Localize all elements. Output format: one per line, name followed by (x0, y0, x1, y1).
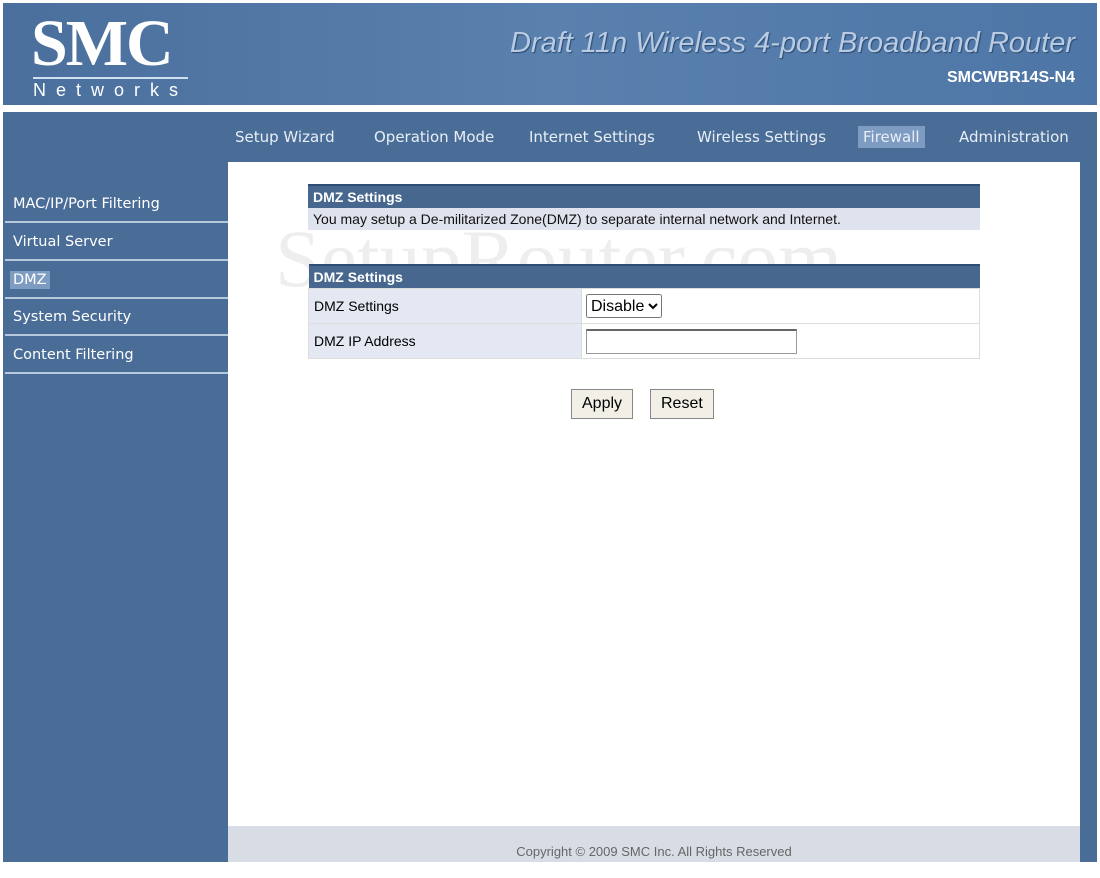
sidebar-item-label: System Security (13, 309, 132, 325)
sidebar-item-label: MAC/IP/Port Filtering (13, 196, 160, 212)
nav-internet-settings[interactable]: Internet Settings (524, 126, 660, 148)
nav-operation-mode[interactable]: Operation Mode (369, 126, 499, 148)
smc-logo-sub: Networks (33, 77, 189, 101)
sidebar-item-label: Content Filtering (13, 347, 134, 363)
dmz-settings-label: DMZ Settings (308, 288, 582, 324)
dmz-settings-select[interactable]: Disable (586, 294, 662, 318)
header-banner: SMC Networks Draft 11n Wireless 4-port B… (3, 3, 1097, 105)
sidebar-item-mac-ip-port-filtering[interactable]: MAC/IP/Port Filtering (5, 185, 228, 223)
apply-button[interactable]: Apply (571, 389, 634, 419)
sidebar-item-virtual-server[interactable]: Virtual Server (5, 223, 228, 261)
model-number: SMCWBR14S-N4 (946, 69, 1075, 86)
product-name: Draft 11n Wireless 4-port Broadband Rout… (510, 27, 1075, 59)
sidebar-item-label: Virtual Server (13, 234, 113, 250)
reset-button[interactable]: Reset (650, 389, 714, 419)
sidebar: MAC/IP/Port Filtering Virtual Server DMZ… (3, 162, 228, 862)
top-nav: Setup Wizard Operation Mode Internet Set… (3, 112, 1097, 162)
right-border (1080, 162, 1097, 862)
sidebar-item-label: DMZ (10, 271, 50, 289)
nav-firewall[interactable]: Firewall (858, 126, 925, 148)
nav-setup-wizard[interactable]: Setup Wizard (230, 126, 340, 148)
smc-logo: SMC (31, 7, 174, 80)
sidebar-item-system-security[interactable]: System Security (5, 298, 228, 336)
form-title: DMZ Settings (308, 264, 980, 289)
intro-table: DMZ Settings You may setup a De-militari… (308, 184, 980, 230)
dmz-ip-input[interactable] (586, 328, 797, 354)
intro-text: You may setup a De-militarized Zone(DMZ)… (308, 208, 980, 230)
footer-copyright: Copyright © 2009 SMC Inc. All Rights Res… (228, 826, 1080, 862)
dmz-form-table: DMZ Settings DMZ Settings Disable DMZ IP… (308, 264, 980, 359)
nav-administration[interactable]: Administration (954, 126, 1074, 148)
sidebar-item-dmz[interactable]: DMZ (5, 261, 228, 299)
dmz-ip-label: DMZ IP Address (308, 323, 582, 359)
intro-title: DMZ Settings (308, 184, 980, 208)
sidebar-item-content-filtering[interactable]: Content Filtering (5, 336, 228, 374)
nav-wireless-settings[interactable]: Wireless Settings (692, 126, 831, 148)
